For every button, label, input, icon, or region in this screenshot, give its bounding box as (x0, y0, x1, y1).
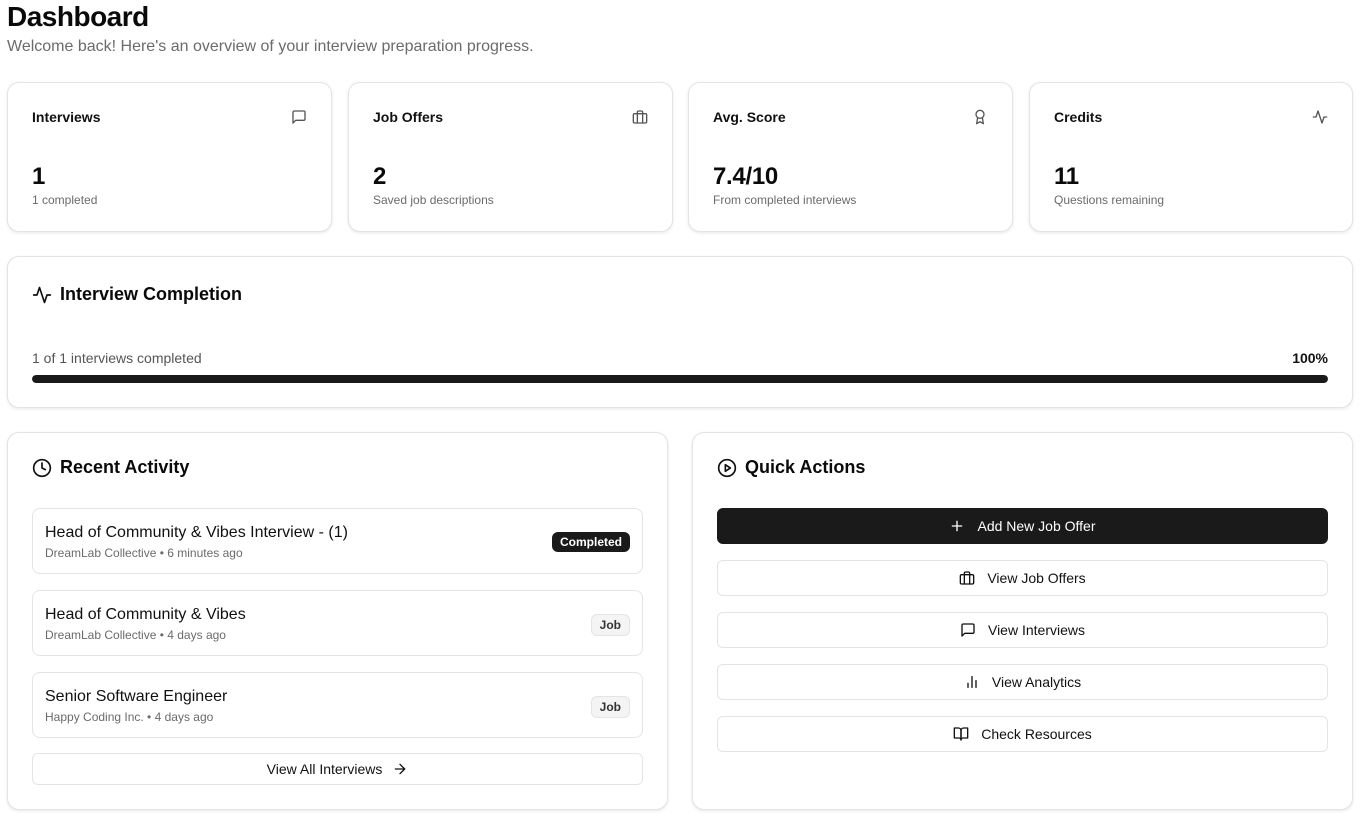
activity-item[interactable]: Head of Community & Vibes DreamLab Colle… (32, 590, 643, 656)
activity-item[interactable]: Senior Software Engineer Happy Coding In… (32, 672, 643, 738)
play-circle-icon (717, 458, 737, 477)
view-analytics-button[interactable]: View Analytics (717, 664, 1328, 700)
section-title-text: Interview Completion (60, 284, 243, 304)
check-resources-button[interactable]: Check Resources (717, 716, 1328, 752)
button-label: Check Resources (981, 726, 1092, 742)
stat-value: 7.4/10 (713, 163, 778, 190)
message-square-icon (961, 623, 975, 637)
button-label: View Interviews (987, 622, 1085, 638)
stat-sub: 1 completed (32, 193, 98, 207)
stat-card-credits: Credits 11 Questions remaining (1029, 82, 1353, 232)
activity-item[interactable]: Head of Community & Vibes Interview - (1… (32, 508, 643, 574)
stat-sub: Questions remaining (1054, 193, 1165, 207)
briefcase-icon (960, 571, 975, 585)
activity-title: Senior Software Engineer (45, 688, 228, 705)
page-title: Dashboard (7, 1, 149, 32)
section-title: Interview Completion (32, 284, 242, 305)
add-new-job-offer-button[interactable]: Add New Job Offer (717, 508, 1328, 544)
section-title: Recent Activity (32, 457, 189, 478)
stat-label: Avg. Score (713, 109, 786, 125)
stat-card-avg-score: Avg. Score 7.4/10 From completed intervi… (688, 82, 1013, 232)
section-title-text: Recent Activity (60, 457, 190, 477)
bar-chart-icon (967, 676, 977, 688)
message-square-icon (292, 110, 306, 124)
activity-meta: DreamLab Collective • 4 days ago (45, 628, 226, 642)
activity-icon (1312, 110, 1328, 124)
activity-title: Head of Community & Vibes (45, 606, 246, 623)
activity-meta: DreamLab Collective • 6 minutes ago (45, 546, 243, 560)
progress-bar (32, 375, 1328, 383)
activity-meta: Happy Coding Inc. • 4 days ago (45, 710, 214, 724)
view-job-offers-button[interactable]: View Job Offers (717, 560, 1328, 596)
status-badge: Completed (551, 532, 630, 552)
button-label: Add New Job Offer (977, 518, 1096, 534)
briefcase-icon (632, 110, 648, 124)
activity-title: Head of Community & Vibes Interview - (1… (45, 524, 348, 541)
interview-completion-card: Interview Completion 1 of 1 interviews c… (7, 256, 1353, 408)
stat-value: 11 (1054, 163, 1079, 190)
award-icon (975, 109, 985, 125)
button-label: View Analytics (991, 674, 1082, 690)
stat-card-interviews: Interviews 1 1 completed (7, 82, 332, 232)
clock-icon (32, 458, 52, 477)
section-title-text: Quick Actions (745, 457, 866, 477)
stat-sub: From completed interviews (713, 193, 857, 207)
stat-value: 2 (373, 163, 387, 190)
stat-value: 1 (32, 163, 46, 190)
view-all-interviews-button[interactable]: View All Interviews (32, 753, 643, 785)
plus-icon (952, 520, 963, 532)
button-label: View Job Offers (987, 570, 1086, 586)
type-badge: Job (590, 696, 630, 718)
view-interviews-button[interactable]: View Interviews (717, 612, 1328, 648)
button-label: View All Interviews (266, 761, 383, 777)
stat-sub: Saved job descriptions (373, 193, 494, 207)
progress-bar-fill (32, 375, 1328, 383)
stat-label: Interviews (32, 109, 101, 125)
stat-card-job-offers: Job Offers 2 Saved job descriptions (348, 82, 673, 232)
stat-label: Credits (1054, 109, 1103, 125)
completion-percent: 100% (1292, 350, 1328, 366)
arrow-right-icon (395, 763, 406, 775)
stat-label: Job Offers (373, 109, 444, 125)
page-subtitle: Welcome back! Here's an overview of your… (7, 38, 534, 55)
completion-summary: 1 of 1 interviews completed (32, 350, 202, 366)
quick-actions-card: Quick Actions Add New Job Offer View Job… (692, 432, 1353, 810)
section-title: Quick Actions (717, 457, 865, 478)
activity-icon (32, 286, 52, 303)
recent-activity-card: Recent Activity Head of Community & Vibe… (7, 432, 668, 810)
book-open-icon (953, 727, 969, 741)
type-badge: Job (590, 614, 630, 636)
